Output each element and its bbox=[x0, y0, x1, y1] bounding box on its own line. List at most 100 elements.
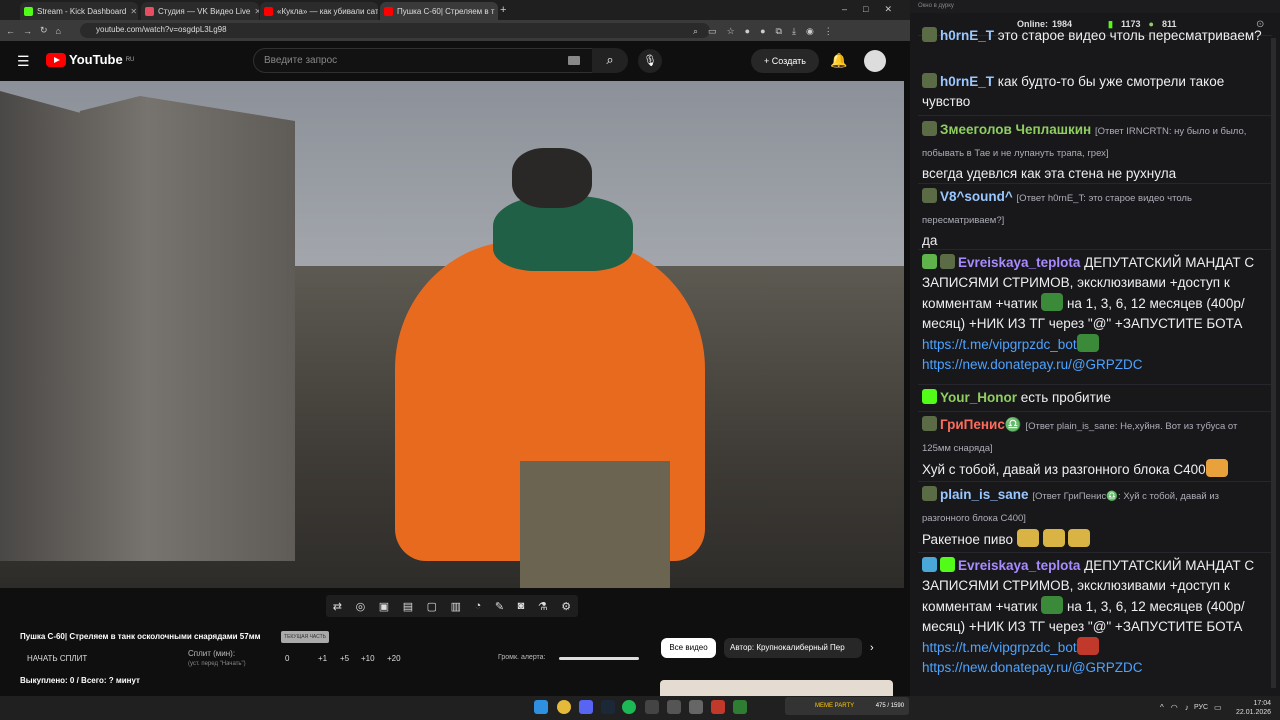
extension-icon[interactable]: ● bbox=[760, 26, 765, 37]
app-icon[interactable] bbox=[733, 700, 747, 714]
language-indicator[interactable]: РУС bbox=[1194, 704, 1208, 711]
split-hint: (уст. перед "Начать") bbox=[188, 661, 246, 667]
loop-icon[interactable]: ⇄ bbox=[333, 600, 342, 613]
bot-link[interactable]: https://t.me/vipgrpzdc_bot bbox=[922, 337, 1077, 352]
pip-icon[interactable]: ▢ bbox=[427, 600, 437, 613]
maximize-icon[interactable]: □ bbox=[863, 4, 868, 15]
close-icon[interactable]: ✕ bbox=[130, 7, 137, 16]
hamburger-icon[interactable]: ☰ bbox=[17, 53, 30, 70]
increment-5-button[interactable]: +5 bbox=[340, 654, 349, 663]
puzzle-icon[interactable]: ⧉ bbox=[776, 26, 782, 37]
new-tab-button[interactable]: + bbox=[500, 4, 506, 16]
increment-1-button[interactable]: +1 bbox=[318, 654, 327, 663]
tab-kick[interactable]: Stream - Kick Dashboard ✕ bbox=[20, 2, 138, 20]
download-icon[interactable]: ⤓ bbox=[792, 26, 796, 37]
gear-icon[interactable]: ⚙ bbox=[561, 600, 571, 613]
chat-scrollbar[interactable] bbox=[1271, 38, 1276, 688]
tab-vk[interactable]: Студия — VK Видео Live ✕ bbox=[141, 2, 259, 20]
close-icon[interactable]: ✕ bbox=[254, 7, 259, 16]
zoom-icon[interactable]: ⌕ bbox=[693, 26, 698, 37]
user-avatar-icon bbox=[922, 73, 937, 88]
close-window-icon[interactable]: ✕ bbox=[884, 4, 892, 15]
search-input[interactable]: Введите запрос bbox=[253, 48, 593, 73]
windows-start-icon[interactable] bbox=[534, 700, 548, 714]
flask-icon[interactable]: ⚗ bbox=[538, 600, 548, 613]
broadcast-icon[interactable]: ◎ bbox=[356, 600, 366, 613]
app-icon[interactable] bbox=[711, 700, 725, 714]
alert-volume-slider[interactable] bbox=[559, 657, 639, 660]
youtube-icon bbox=[264, 6, 273, 16]
create-button[interactable]: + Создать bbox=[751, 49, 819, 73]
chevron-right-icon[interactable]: › bbox=[870, 642, 874, 654]
video-person-head bbox=[512, 148, 592, 208]
divider bbox=[918, 384, 1272, 385]
increment-10-button[interactable]: +10 bbox=[361, 654, 375, 663]
spotify-icon[interactable] bbox=[622, 700, 636, 714]
cinema-icon[interactable]: ▥ bbox=[451, 600, 461, 613]
camera-icon[interactable]: ◙ bbox=[518, 600, 525, 612]
forward-icon[interactable]: → bbox=[23, 26, 32, 36]
network-icon[interactable]: ▭ bbox=[1214, 703, 1222, 712]
clapper-icon[interactable]: ▤ bbox=[403, 600, 413, 613]
rocket-emote-icon bbox=[1042, 529, 1065, 547]
cast-icon[interactable]: ▭ bbox=[708, 26, 717, 37]
bell-icon[interactable]: 🔔 bbox=[830, 52, 847, 69]
reload-icon[interactable]: ↻ bbox=[40, 25, 48, 36]
app-icon[interactable] bbox=[645, 700, 659, 714]
chrome-icon[interactable] bbox=[557, 700, 571, 714]
wifi-icon[interactable]: ◠ bbox=[1171, 703, 1178, 712]
steam-icon[interactable] bbox=[601, 700, 615, 714]
video-wall bbox=[0, 91, 295, 561]
home-icon[interactable]: ⌂ bbox=[56, 26, 61, 36]
increment-20-button[interactable]: +20 bbox=[387, 654, 401, 663]
pepe-emote-icon bbox=[1076, 637, 1099, 655]
search-button[interactable]: ⌕ bbox=[592, 48, 628, 73]
video-player[interactable] bbox=[0, 81, 904, 588]
kick-icon bbox=[940, 557, 955, 572]
volume-icon[interactable]: ♪ bbox=[1185, 703, 1189, 712]
app-icon[interactable] bbox=[667, 700, 681, 714]
chat-message: Evreiskaya_teplota ДЕПУТАТСКИЙ МАНДАТ С … bbox=[922, 254, 1255, 372]
discord-icon[interactable] bbox=[579, 700, 593, 714]
chat-message: plain_is_sane [Ответ ГриПенис♎: Хуй с то… bbox=[922, 486, 1220, 547]
edit-icon[interactable]: ✎ bbox=[495, 600, 504, 613]
chip-author[interactable]: Автор: Крупнокалиберный Пер bbox=[724, 638, 862, 658]
star-icon[interactable]: ☆ bbox=[727, 26, 735, 37]
chat-message: h0rnE_T это старое видео чтоль пересматр… bbox=[922, 26, 1268, 46]
chevron-up-icon[interactable]: ^ bbox=[1160, 703, 1164, 712]
laughing-emote-icon bbox=[1205, 459, 1228, 477]
chat-window-title: Окно в дурку bbox=[910, 0, 1280, 13]
alert-volume-label: Громк. алерта: bbox=[498, 654, 546, 661]
keyboard-icon[interactable] bbox=[568, 56, 580, 65]
app-icon[interactable] bbox=[689, 700, 703, 714]
url-field[interactable]: youtube.com/watch?v=osgdpL3Lg98 bbox=[80, 23, 710, 38]
check-badge-icon bbox=[922, 254, 937, 269]
extension-icon[interactable]: ● bbox=[745, 26, 750, 37]
recommended-thumbnail[interactable] bbox=[660, 680, 893, 696]
chip-all-videos[interactable]: Все видео bbox=[661, 638, 716, 658]
youtube-logo[interactable]: YouTube RU bbox=[46, 52, 134, 67]
avatar[interactable] bbox=[864, 50, 886, 72]
video-settings-icon[interactable]: ▣ bbox=[379, 600, 389, 613]
pepe-emote-icon bbox=[1041, 596, 1064, 614]
tab-youtube-active[interactable]: Пушка С-60| Стреляем в т✕ bbox=[380, 2, 498, 20]
start-split-button[interactable]: НАЧАТЬ СПЛИТ bbox=[27, 654, 87, 663]
profile-icon[interactable]: ◉ bbox=[806, 26, 814, 37]
youtube-icon bbox=[384, 6, 393, 16]
meme-party-widget[interactable]: MEME PARTY 475 / 1590 bbox=[785, 697, 909, 715]
extensions: ⌕ ▭ ☆ ● ● ⧉ ⤓ ◉ ⋮ bbox=[693, 26, 833, 37]
speed-icon[interactable]: ◔ bbox=[475, 600, 482, 612]
menu-icon[interactable]: ⋮ bbox=[824, 26, 833, 37]
sword-badge-icon bbox=[922, 557, 937, 572]
video-title: Пушка С-60| Стреляем в танк осколочными … bbox=[20, 632, 261, 641]
mic-button[interactable]: 🎙 bbox=[638, 49, 662, 73]
tab-youtube-1[interactable]: «Кукла» — как убивали сатир✕ bbox=[260, 2, 378, 20]
donate-link[interactable]: https://new.donatepay.ru/@GRPZDC bbox=[922, 660, 1143, 675]
minimize-icon[interactable]: – bbox=[842, 4, 847, 15]
bot-link[interactable]: https://t.me/vipgrpzdc_bot bbox=[922, 640, 1077, 655]
user-avatar-icon bbox=[922, 486, 937, 501]
clock[interactable]: 17:04 22.01.2026 bbox=[1236, 699, 1271, 717]
back-icon[interactable]: ← bbox=[6, 26, 15, 36]
donate-link[interactable]: https://new.donatepay.ru/@GRPZDC bbox=[922, 357, 1143, 372]
rocket-emote-icon bbox=[1068, 529, 1091, 547]
